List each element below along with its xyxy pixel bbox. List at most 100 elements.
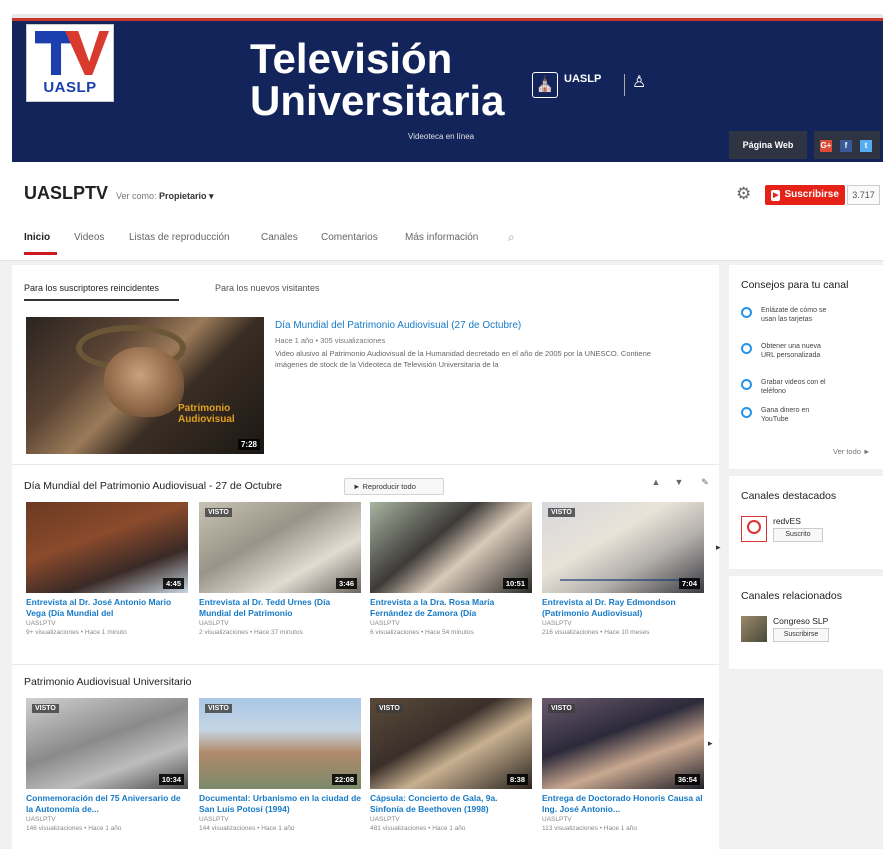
tip-text[interactable]: Enlázate de cómo se usan las tarjetas xyxy=(761,307,833,324)
tip-text[interactable]: Gana dinero en YouTube xyxy=(761,407,833,424)
featured-video-thumbnail[interactable]: Patrimonio Audiovisual 7:28 xyxy=(26,317,264,454)
channel-name[interactable]: Congreso SLP xyxy=(773,616,828,626)
channel-name[interactable]: UASLPTV xyxy=(24,183,108,204)
twitter-icon[interactable]: t xyxy=(860,140,872,152)
video-thumbnail[interactable]: VISTO 22:08 xyxy=(199,698,361,789)
logo-text: UASLP xyxy=(43,79,97,96)
subscribe-button[interactable]: Suscribirse xyxy=(773,628,829,642)
move-up-icon[interactable]: ▲ xyxy=(645,473,667,491)
channel-logo-icon xyxy=(747,520,761,534)
view-as-label: Ver como: xyxy=(116,191,157,201)
university-name: UASLP xyxy=(564,73,602,85)
video-channel[interactable]: UASLPTV xyxy=(199,619,361,628)
video-card[interactable]: VISTO 7:04 Entrevista al Dr. Ray Edmonds… xyxy=(542,502,704,637)
move-down-icon[interactable]: ▼ xyxy=(668,473,690,491)
video-title[interactable]: Entrevista al Dr. Tedd Urnes (Día Mundia… xyxy=(199,597,361,618)
featured-video-title[interactable]: Día Mundial del Patrimonio Audiovisual (… xyxy=(275,320,521,331)
video-title[interactable]: Conmemoración del 75 Aniversario de la A… xyxy=(26,793,188,814)
social-links: G+ f t xyxy=(814,131,880,159)
see-all-link[interactable]: Ver todo ► xyxy=(833,447,870,456)
banner-title: Televisión Universitaria xyxy=(250,38,504,122)
banner-title-line1: Televisión xyxy=(250,35,453,82)
congreso-avatar[interactable] xyxy=(741,616,767,642)
video-title[interactable]: Entrevista al Dr. José Antonio Mario Veg… xyxy=(26,597,188,618)
banner-subtitle: Videoteca en línea xyxy=(408,132,475,141)
google-plus-icon[interactable]: G+ xyxy=(820,140,832,152)
tab-returning-subscribers[interactable]: Para los suscriptores reincidentes xyxy=(24,283,159,293)
overlay-line: Patrimonio xyxy=(178,403,231,414)
active-tab-indicator xyxy=(24,252,57,255)
logo-v-shape xyxy=(65,31,109,75)
video-card[interactable]: 4:45 Entrevista al Dr. José Antonio Mari… xyxy=(26,502,188,637)
video-channel[interactable]: UASLPTV xyxy=(26,619,188,628)
video-thumbnail[interactable]: 10:51 xyxy=(370,502,532,593)
tab-inicio[interactable]: Inicio xyxy=(24,232,50,243)
video-meta: 216 visualizaciones • Hace 10 meses xyxy=(542,629,650,636)
video-duration: 3:46 xyxy=(335,578,357,589)
redves-avatar[interactable] xyxy=(741,516,767,542)
video-card[interactable]: VISTO 10:34 Conmemoración del 75 Anivers… xyxy=(26,698,188,833)
logo-separator xyxy=(624,74,625,96)
video-thumbnail[interactable]: VISTO 10:34 xyxy=(26,698,188,789)
featured-channels-card: Canales destacados redvES Suscrito xyxy=(729,476,883,569)
search-icon[interactable]: ⌕ xyxy=(508,230,515,245)
edit-pencil-icon[interactable]: ✎ xyxy=(694,473,716,491)
video-title[interactable]: Entrega de Doctorado Honoris Causa al In… xyxy=(542,793,704,814)
video-duration: 7:04 xyxy=(678,578,700,589)
tab-channels[interactable]: Canales xyxy=(261,232,298,243)
shelf-next-arrow-icon[interactable]: ▸ xyxy=(716,542,721,553)
video-title[interactable]: Documental: Urbanismo en la ciudad de Sa… xyxy=(199,793,361,814)
tip-text[interactable]: Grabar videos con el teléfono xyxy=(761,379,833,396)
video-meta: 481 visualizaciones • Hace 1 año xyxy=(370,825,466,832)
tab-videos[interactable]: Videos xyxy=(74,232,104,243)
featured-video-description: Video alusivo al Patrimonio Audiovisual … xyxy=(275,349,651,369)
video-title[interactable]: Entrevista a la Dra. Rosa María Fernánde… xyxy=(370,597,532,618)
video-card[interactable]: VISTO 3:46 Entrevista al Dr. Tedd Urnes … xyxy=(199,502,361,637)
video-channel[interactable]: UASLPTV xyxy=(542,619,704,628)
subscribe-button[interactable]: ▶ Suscribirse xyxy=(765,185,845,205)
video-duration: 10:34 xyxy=(158,774,184,785)
channel-tips-card: Consejos para tu canal Enlázate de cómo … xyxy=(729,265,883,469)
video-title[interactable]: Entrevista al Dr. Ray Edmondson (Patrimo… xyxy=(542,597,704,618)
tab-new-visitors[interactable]: Para los nuevos visitantes xyxy=(215,283,320,293)
university-logo: ⛪ UASLP ♙ xyxy=(532,72,652,98)
view-as-value[interactable]: Propietario ▾ xyxy=(159,191,214,201)
tab-playlists[interactable]: Listas de reproducción xyxy=(129,232,230,243)
video-channel[interactable]: UASLPTV xyxy=(370,815,532,824)
tip-circle-icon xyxy=(741,379,752,390)
video-title[interactable]: Cápsula: Concierto de Gala, 9a. Sinfonía… xyxy=(370,793,532,814)
video-card[interactable]: VISTO 8:38 Cápsula: Concierto de Gala, 9… xyxy=(370,698,532,833)
tip-circle-icon xyxy=(741,307,752,318)
tab-comments[interactable]: Comentarios xyxy=(321,232,378,243)
gear-icon[interactable]: ⚙ xyxy=(736,184,751,204)
channel-name[interactable]: redvES xyxy=(773,516,801,526)
tips-title: Consejos para tu canal xyxy=(741,279,849,291)
video-thumbnail[interactable]: VISTO 8:38 xyxy=(370,698,532,789)
video-thumbnail[interactable]: VISTO 36:54 xyxy=(542,698,704,789)
video-meta: 146 visualizaciones • Hace 1 año xyxy=(26,825,122,832)
tab-about[interactable]: Más información xyxy=(405,232,478,243)
video-channel[interactable]: UASLPTV xyxy=(26,815,188,824)
watched-badge: VISTO xyxy=(32,704,59,713)
shelf-title[interactable]: Día Mundial del Patrimonio Audiovisual -… xyxy=(24,480,282,492)
shelf-title[interactable]: Patrimonio Audiovisual Universitario xyxy=(24,676,192,688)
video-card[interactable]: 10:51 Entrevista a la Dra. Rosa María Fe… xyxy=(370,502,532,637)
video-thumbnail[interactable]: VISTO 3:46 xyxy=(199,502,361,593)
video-channel[interactable]: UASLPTV xyxy=(370,619,532,628)
subscribed-button[interactable]: Suscrito xyxy=(773,528,823,542)
thumbnail-overlay-text: Patrimonio Audiovisual xyxy=(178,403,235,425)
play-all-button[interactable]: ► Reproducir todo xyxy=(344,478,444,495)
shelf-next-arrow-icon[interactable]: ▸ xyxy=(708,738,713,749)
watched-badge: VISTO xyxy=(205,508,232,517)
video-channel[interactable]: UASLPTV xyxy=(542,815,704,824)
video-card[interactable]: VISTO 36:54 Entrega de Doctorado Honoris… xyxy=(542,698,704,833)
video-duration: 22:08 xyxy=(331,774,357,785)
video-card[interactable]: VISTO 22:08 Documental: Urbanismo en la … xyxy=(199,698,361,833)
video-thumbnail[interactable]: 4:45 xyxy=(26,502,188,593)
tip-text[interactable]: Obtener una nueva URL personalizada xyxy=(761,343,833,360)
view-as-selector[interactable]: Ver como: Propietario ▾ xyxy=(116,191,214,202)
video-thumbnail[interactable]: VISTO 7:04 xyxy=(542,502,704,593)
website-link-button[interactable]: Página Web xyxy=(729,131,807,159)
facebook-icon[interactable]: f xyxy=(840,140,852,152)
video-channel[interactable]: UASLPTV xyxy=(199,815,361,824)
